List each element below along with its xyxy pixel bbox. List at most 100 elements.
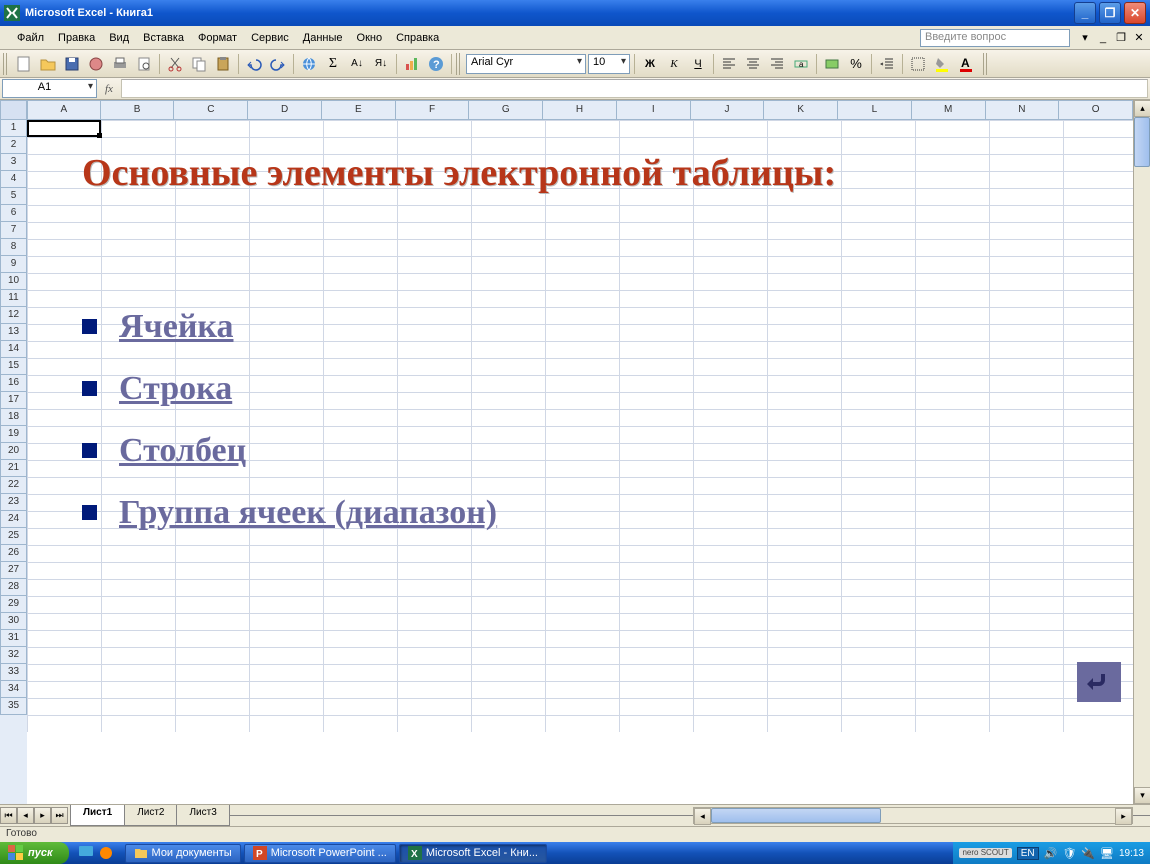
font-color-button[interactable]: A xyxy=(955,53,977,75)
row-header-15[interactable]: 15 xyxy=(0,358,27,375)
row-header-3[interactable]: 3 xyxy=(0,154,27,171)
menu-data[interactable]: Данные xyxy=(296,30,350,46)
overlay-link-range[interactable]: Группа ячеек (диапазон) xyxy=(119,494,497,532)
tray-nero[interactable]: nero SCOUT xyxy=(959,848,1011,858)
tab-nav-first[interactable]: ⏮ xyxy=(0,807,17,824)
sort-asc-button[interactable]: А↓ xyxy=(346,53,368,75)
name-box[interactable]: A1 xyxy=(2,79,97,98)
row-header-24[interactable]: 24 xyxy=(0,511,27,528)
row-header-17[interactable]: 17 xyxy=(0,392,27,409)
task-item-powerpoint[interactable]: P Microsoft PowerPoint ... xyxy=(244,844,396,863)
overlay-link-cell[interactable]: Ячейка xyxy=(119,308,233,346)
autosum-button[interactable]: Σ xyxy=(322,53,344,75)
col-header-C[interactable]: C xyxy=(174,100,248,120)
window-close-button[interactable]: ✕ xyxy=(1124,2,1146,24)
window-minimize-button[interactable]: _ xyxy=(1074,2,1096,24)
copy-button[interactable] xyxy=(188,53,210,75)
sheet-tab-3[interactable]: Лист3 xyxy=(176,805,229,826)
hyperlink-button[interactable] xyxy=(298,53,320,75)
font-name-combo[interactable]: Arial Cyr xyxy=(466,54,586,74)
row-header-7[interactable]: 7 xyxy=(0,222,27,239)
menu-format[interactable]: Формат xyxy=(191,30,244,46)
select-all-corner[interactable] xyxy=(0,100,27,120)
scroll-up-button[interactable]: ▴ xyxy=(1134,100,1150,117)
hscroll-thumb[interactable] xyxy=(711,808,881,823)
help-question-input[interactable]: Введите вопрос xyxy=(920,29,1070,47)
menu-help[interactable]: Справка xyxy=(389,30,446,46)
row-header-8[interactable]: 8 xyxy=(0,239,27,256)
save-button[interactable] xyxy=(61,53,83,75)
sort-desc-button[interactable]: Я↓ xyxy=(370,53,392,75)
open-button[interactable] xyxy=(37,53,59,75)
sheet-tab-1[interactable]: Лист1 xyxy=(70,805,125,826)
row-header-22[interactable]: 22 xyxy=(0,477,27,494)
col-header-K[interactable]: K xyxy=(764,100,838,120)
paste-button[interactable] xyxy=(212,53,234,75)
scroll-down-button[interactable]: ▾ xyxy=(1134,787,1150,804)
tab-nav-prev[interactable]: ◂ xyxy=(17,807,34,824)
row-header-11[interactable]: 11 xyxy=(0,290,27,307)
vertical-scrollbar[interactable]: ▴ ▾ xyxy=(1133,100,1150,804)
row-header-14[interactable]: 14 xyxy=(0,341,27,358)
redo-button[interactable] xyxy=(267,53,289,75)
row-header-29[interactable]: 29 xyxy=(0,596,27,613)
task-item-excel[interactable]: X Microsoft Excel - Кни... xyxy=(399,844,547,863)
menu-window[interactable]: Окно xyxy=(350,30,390,46)
window-maximize-button[interactable]: ❐ xyxy=(1099,2,1121,24)
row-header-10[interactable]: 10 xyxy=(0,273,27,290)
active-cell[interactable] xyxy=(27,120,101,137)
row-header-13[interactable]: 13 xyxy=(0,324,27,341)
quicklaunch-desktop-icon[interactable] xyxy=(77,844,95,862)
align-right-button[interactable] xyxy=(766,53,788,75)
row-header-4[interactable]: 4 xyxy=(0,171,27,188)
col-header-J[interactable]: J xyxy=(691,100,765,120)
row-header-30[interactable]: 30 xyxy=(0,613,27,630)
row-header-23[interactable]: 23 xyxy=(0,494,27,511)
tray-network-icon[interactable]: 🔌 xyxy=(1081,847,1095,860)
col-header-O[interactable]: O xyxy=(1059,100,1133,120)
formula-input[interactable] xyxy=(121,79,1148,98)
row-header-26[interactable]: 26 xyxy=(0,545,27,562)
row-header-33[interactable]: 33 xyxy=(0,664,27,681)
col-header-B[interactable]: B xyxy=(101,100,175,120)
row-header-21[interactable]: 21 xyxy=(0,460,27,477)
mdi-close-button[interactable]: ✕ xyxy=(1132,31,1146,44)
menu-tools[interactable]: Сервис xyxy=(244,30,296,46)
mdi-minimize-button[interactable]: _ xyxy=(1096,32,1110,44)
currency-button[interactable] xyxy=(821,53,843,75)
tray-volume-icon[interactable]: 🔊 xyxy=(1044,847,1058,860)
tab-nav-next[interactable]: ▸ xyxy=(34,807,51,824)
col-header-N[interactable]: N xyxy=(986,100,1060,120)
percent-button[interactable]: % xyxy=(845,53,867,75)
horizontal-scrollbar[interactable]: ◂ ▸ xyxy=(693,807,1133,824)
row-header-9[interactable]: 9 xyxy=(0,256,27,273)
permission-button[interactable] xyxy=(85,53,107,75)
row-header-35[interactable]: 35 xyxy=(0,698,27,715)
new-button[interactable] xyxy=(13,53,35,75)
grid[interactable]: ABCDEFGHIJKLMNO Основные элементы электр… xyxy=(27,100,1133,804)
align-left-button[interactable] xyxy=(718,53,740,75)
col-header-F[interactable]: F xyxy=(396,100,470,120)
sheet-tab-2[interactable]: Лист2 xyxy=(124,805,177,826)
fx-icon[interactable]: fx xyxy=(105,83,113,95)
menu-file[interactable]: Файл xyxy=(10,30,51,46)
col-header-A[interactable]: A xyxy=(27,100,101,120)
tray-language[interactable]: EN xyxy=(1017,847,1039,860)
overlay-link-column[interactable]: Столбец xyxy=(119,432,246,470)
align-center-button[interactable] xyxy=(742,53,764,75)
vscroll-thumb[interactable] xyxy=(1134,117,1150,167)
italic-button[interactable]: К xyxy=(663,53,685,75)
row-header-28[interactable]: 28 xyxy=(0,579,27,596)
toolbar-grip[interactable] xyxy=(3,53,9,75)
row-header-16[interactable]: 16 xyxy=(0,375,27,392)
row-header-20[interactable]: 20 xyxy=(0,443,27,460)
menu-edit[interactable]: Правка xyxy=(51,30,102,46)
print-button[interactable] xyxy=(109,53,131,75)
row-header-19[interactable]: 19 xyxy=(0,426,27,443)
font-size-combo[interactable]: 10 xyxy=(588,54,630,74)
undo-button[interactable] xyxy=(243,53,265,75)
tray-display-icon[interactable]: 🖥 xyxy=(1100,847,1114,860)
col-header-I[interactable]: I xyxy=(617,100,691,120)
row-header-6[interactable]: 6 xyxy=(0,205,27,222)
quicklaunch-item[interactable] xyxy=(97,844,115,862)
